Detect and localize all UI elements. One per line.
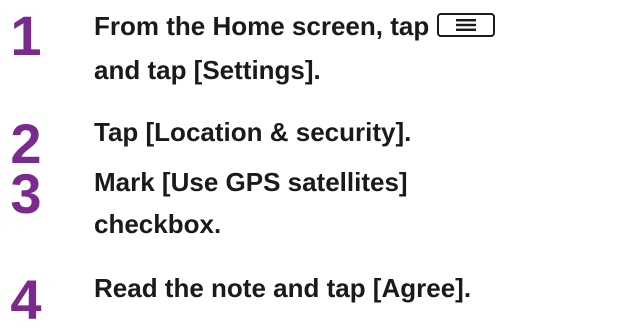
- step-text-line: Tap [Location & security].: [94, 117, 412, 147]
- step-text-line: and tap [Settings].: [94, 55, 321, 85]
- step-number: 4: [10, 268, 42, 331]
- step-number: 1: [10, 4, 42, 67]
- step-number: 3: [10, 162, 42, 225]
- step-text-line: checkbox.: [94, 209, 222, 239]
- step-text-line: Read the note and tap [Agree].: [94, 273, 472, 303]
- step-text-line: Mark [Use GPS satellites]: [94, 167, 408, 197]
- step-text-line: From the Home screen, tap: [94, 10, 496, 42]
- menu-key-icon: [437, 13, 496, 38]
- step-text: From the Home screen, tap: [94, 11, 430, 41]
